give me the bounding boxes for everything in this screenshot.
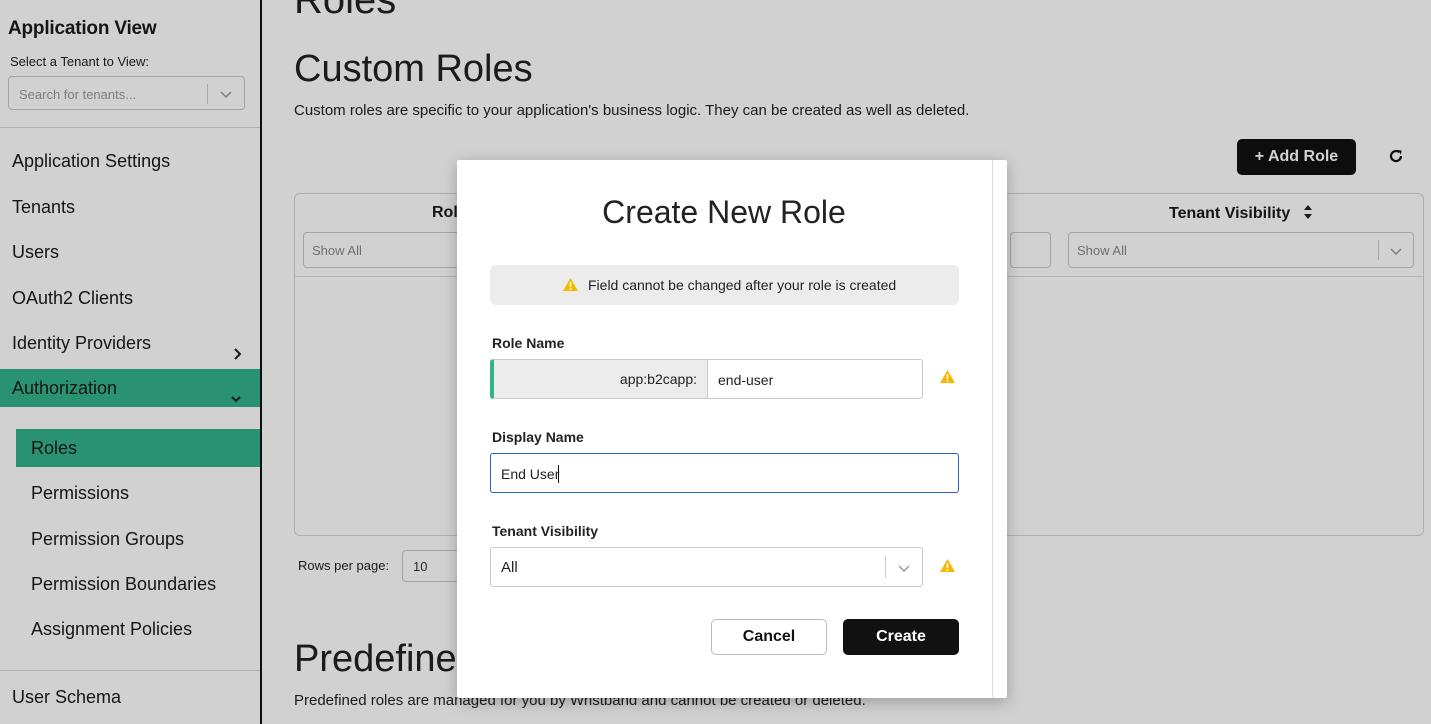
tenant-visibility-select[interactable]: All bbox=[490, 547, 923, 587]
tenant-visibility-label: Tenant Visibility bbox=[492, 523, 599, 539]
display-name-input[interactable]: End User bbox=[501, 466, 559, 482]
role-name-label: Role Name bbox=[492, 335, 565, 351]
role-name-field[interactable]: app:b2capp: end-user bbox=[490, 359, 923, 399]
tenant-visibility-value: All bbox=[501, 559, 518, 576]
modal-scrollbar[interactable] bbox=[992, 160, 993, 698]
chevron-down-icon[interactable] bbox=[897, 561, 911, 579]
text-caret bbox=[558, 465, 559, 483]
select-separator bbox=[885, 556, 886, 578]
cancel-button[interactable]: Cancel bbox=[711, 619, 827, 655]
create-role-modal: Create New Role Field cannot be changed … bbox=[457, 160, 1007, 698]
role-name-input[interactable]: end-user bbox=[718, 372, 773, 388]
warning-icon bbox=[939, 369, 956, 389]
display-name-field[interactable]: End User bbox=[490, 453, 959, 493]
modal-title: Create New Role bbox=[602, 194, 846, 230]
role-name-prefix-text: app:b2capp: bbox=[619, 371, 697, 387]
create-button[interactable]: Create bbox=[843, 619, 959, 655]
notice-text: Field cannot be changed after your role … bbox=[588, 277, 897, 293]
warning-icon bbox=[939, 558, 956, 578]
immutable-field-notice: Field cannot be changed after your role … bbox=[490, 265, 959, 305]
warning-icon bbox=[562, 277, 579, 297]
role-name-prefix: app:b2capp: bbox=[494, 360, 708, 398]
display-name-label: Display Name bbox=[492, 429, 584, 445]
